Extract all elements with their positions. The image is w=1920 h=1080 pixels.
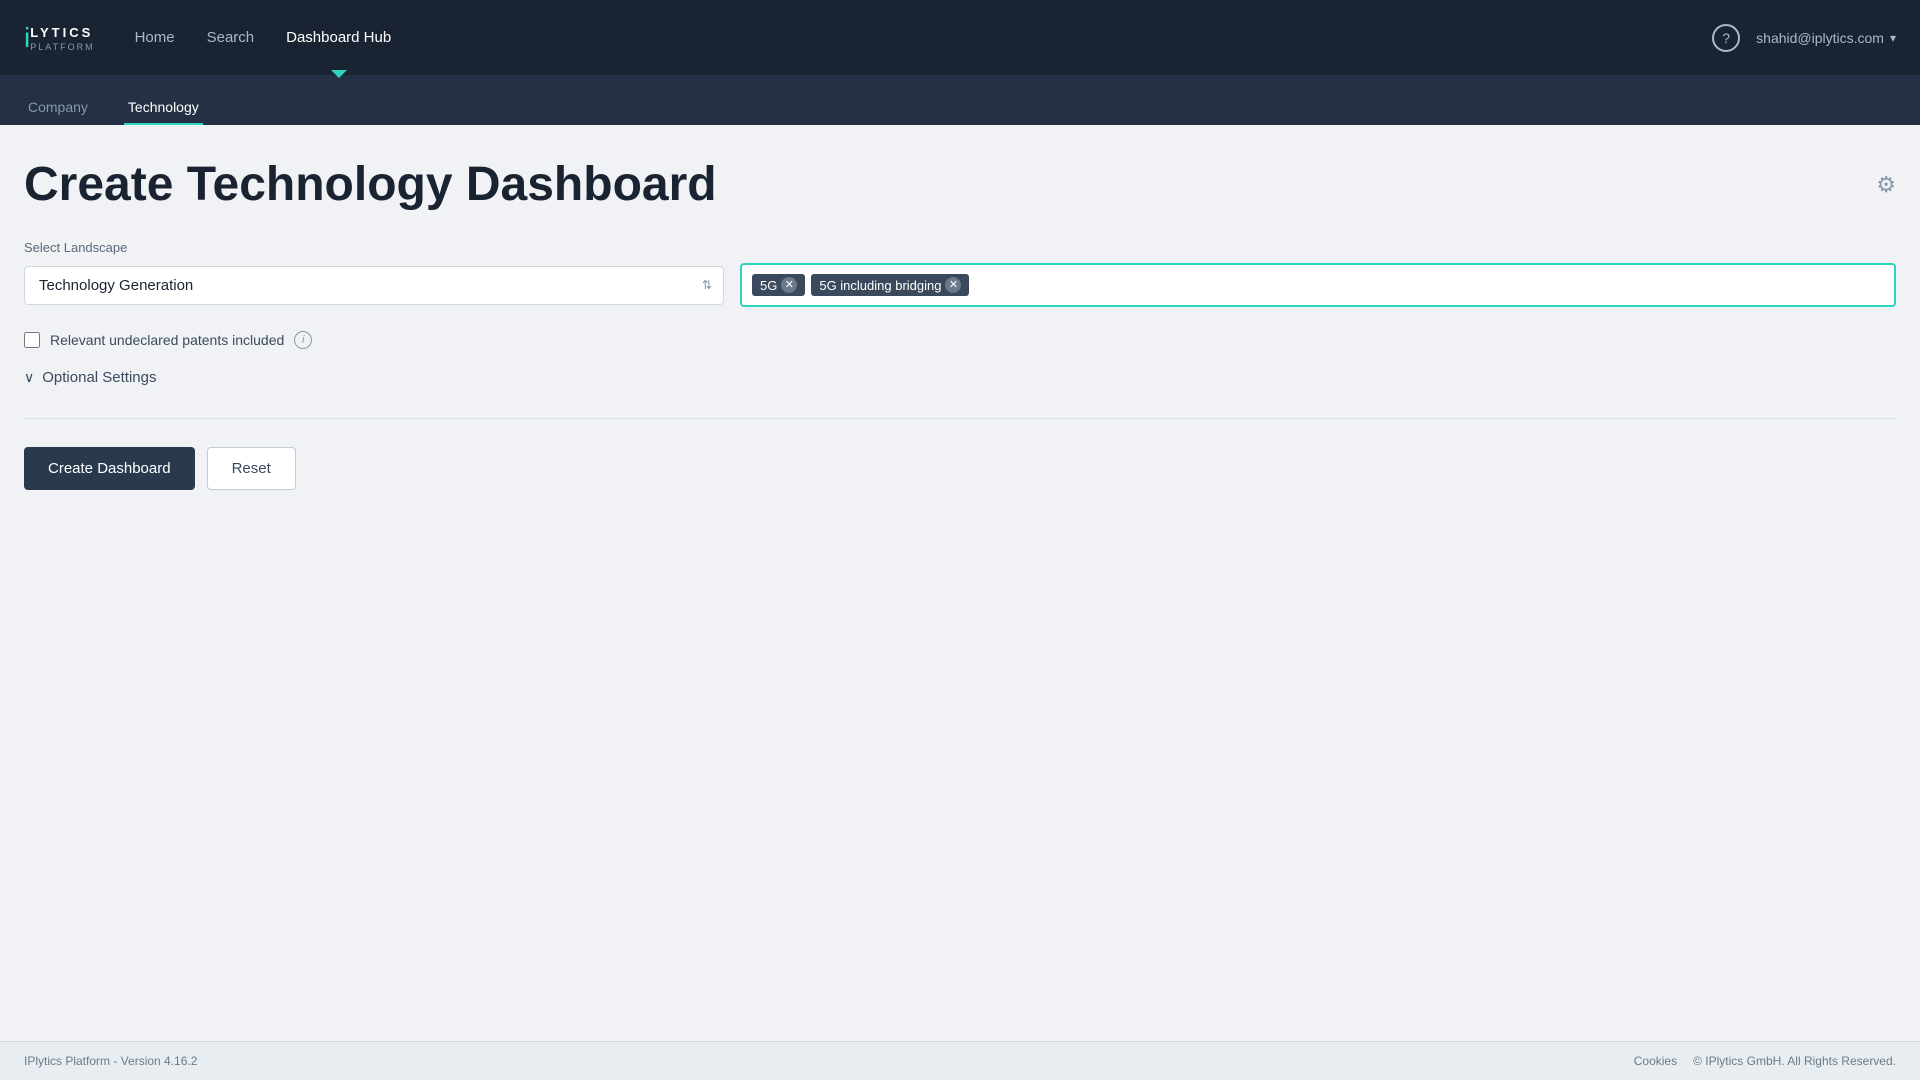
logo-text: LYTICS: [30, 25, 93, 40]
logo: i LYTICS PLATFORM: [24, 24, 95, 52]
nav-search[interactable]: Search: [207, 25, 255, 50]
optional-settings-section[interactable]: ∨ Optional Settings: [24, 369, 1896, 386]
settings-gear-icon[interactable]: ⚙: [1876, 172, 1896, 198]
page-title-row: Create Technology Dashboard ⚙: [24, 157, 1896, 212]
create-dashboard-button[interactable]: Create Dashboard: [24, 447, 195, 490]
tag-5g-close[interactable]: ✕: [781, 277, 797, 293]
help-icon[interactable]: ?: [1712, 24, 1740, 52]
top-nav: i LYTICS PLATFORM Home Search Dashboard …: [0, 0, 1920, 75]
optional-settings-chevron-icon: ∨: [24, 369, 34, 386]
landscape-section: Select Landscape Technology Generation ⇅…: [24, 240, 1896, 307]
sub-nav-company[interactable]: Company: [24, 91, 92, 126]
footer-version: IPlytics Platform - Version 4.16.2: [24, 1054, 197, 1068]
landscape-select-wrapper: Technology Generation ⇅: [24, 266, 724, 305]
divider: [24, 418, 1896, 419]
form-row: Technology Generation ⇅ 5G ✕ 5G includin…: [24, 263, 1896, 307]
undeclared-patents-checkbox[interactable]: [24, 332, 40, 348]
nav-right: ? shahid@iplytics.com: [1712, 24, 1896, 52]
logo-sub: PLATFORM: [30, 42, 94, 52]
footer-copyright: © IPlytics GmbH. All Rights Reserved.: [1693, 1054, 1896, 1068]
tag-5g-label: 5G: [760, 278, 777, 293]
tag-search-input[interactable]: [975, 277, 1884, 293]
user-email[interactable]: shahid@iplytics.com: [1756, 30, 1896, 46]
tags-input[interactable]: 5G ✕ 5G including bridging ✕: [740, 263, 1896, 307]
tag-5g-bridging-close[interactable]: ✕: [945, 277, 961, 293]
optional-settings-label: Optional Settings: [42, 369, 156, 386]
reset-button[interactable]: Reset: [207, 447, 296, 490]
sub-nav: Company Technology: [0, 75, 1920, 125]
nav-home[interactable]: Home: [135, 25, 175, 50]
footer: IPlytics Platform - Version 4.16.2 Cooki…: [0, 1041, 1920, 1080]
tag-5g: 5G ✕: [752, 274, 805, 296]
tag-5g-bridging: 5G including bridging ✕: [811, 274, 969, 296]
landscape-select[interactable]: Technology Generation: [24, 266, 724, 305]
footer-cookies-link[interactable]: Cookies: [1634, 1054, 1677, 1068]
btn-row: Create Dashboard Reset: [24, 447, 1896, 490]
undeclared-patents-label[interactable]: Relevant undeclared patents included: [50, 332, 284, 348]
page-title: Create Technology Dashboard: [24, 157, 717, 212]
checkbox-row: Relevant undeclared patents included i: [24, 331, 1896, 349]
main-content: Create Technology Dashboard ⚙ Select Lan…: [0, 125, 1920, 1041]
nav-links: Home Search Dashboard Hub: [135, 25, 1713, 50]
sub-nav-technology[interactable]: Technology: [124, 91, 203, 126]
nav-dashboard-hub[interactable]: Dashboard Hub: [286, 25, 391, 50]
footer-right: Cookies © IPlytics GmbH. All Rights Rese…: [1634, 1054, 1896, 1068]
select-landscape-label: Select Landscape: [24, 240, 1896, 255]
tag-5g-bridging-label: 5G including bridging: [819, 278, 941, 293]
undeclared-patents-info-icon[interactable]: i: [294, 331, 312, 349]
